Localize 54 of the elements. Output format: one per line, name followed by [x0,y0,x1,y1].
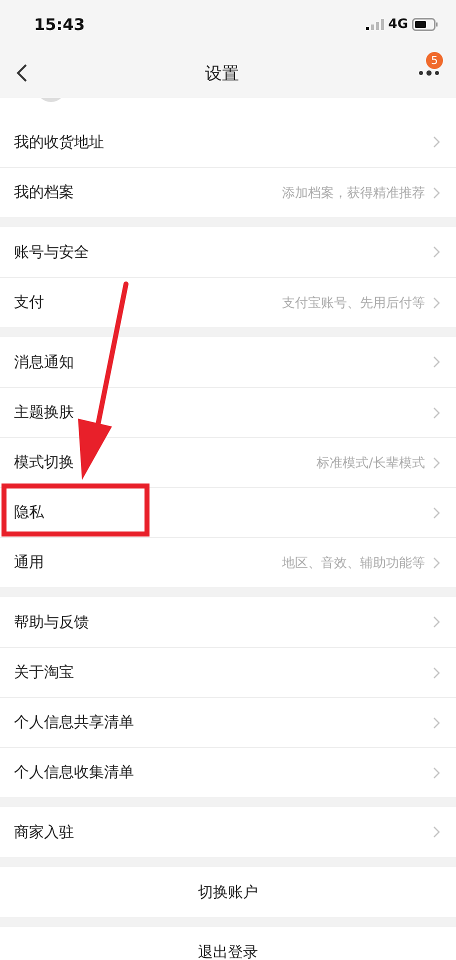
settings-row[interactable]: 隐私 [0,487,456,537]
action-button[interactable]: 退出登录 [0,927,456,960]
network-label: 4G [388,16,408,32]
chevron-icon [433,406,440,418]
row-label: 我的收货地址 [14,132,105,152]
page-title: 设置 [205,62,239,84]
chevron-icon [433,506,440,518]
settings-row[interactable]: 帮助与反馈 [0,597,456,647]
settings-row[interactable]: 个人信息共享清单 [0,697,456,747]
row-label: 通用 [14,553,45,572]
chevron-icon [433,826,440,838]
more-icon[interactable] [418,70,440,76]
settings-row[interactable]: 个人信息收集清单 [0,747,456,797]
chevron-icon [433,246,440,258]
row-label: 个人信息共享清单 [14,713,135,732]
chevron-icon [433,716,440,728]
settings-row[interactable]: 商家入驻 [0,807,456,857]
settings-row[interactable]: 关于淘宝 [0,647,456,697]
row-label: 关于淘宝 [14,663,75,682]
row-label: 我的档案 [14,183,75,202]
chevron-icon [433,356,440,368]
chevron-icon [433,616,440,628]
row-label: 商家入驻 [14,822,75,842]
row-label: 账号与安全 [14,242,90,262]
settings-row[interactable]: 通用 地区、音效、辅助功能等 [0,537,456,587]
chevron-icon [433,666,440,678]
settings-row[interactable]: 支付 支付宝账号、先用后付等 [0,277,456,327]
back-icon[interactable] [16,64,28,82]
chevron-icon [433,456,440,468]
chevron-icon [433,766,440,778]
row-hint: 添加档案，获得精准推荐 [282,184,425,202]
settings-row[interactable]: 账号与安全 [0,227,456,277]
row-hint: 支付宝账号、先用后付等 [282,294,425,312]
action-button[interactable]: 切换账户 [0,867,456,917]
settings-row[interactable]: 我的档案 添加档案，获得精准推荐 [0,167,456,217]
row-label: 主题换肤 [14,403,75,422]
row-hint: 地区、音效、辅助功能等 [282,554,425,572]
row-hint: 标准模式/长辈模式 [316,454,425,472]
chevron-icon [433,186,440,198]
notification-badge: 5 [426,52,443,69]
chevron-icon [433,296,440,308]
row-label: 隐私 [14,503,45,522]
row-label: 消息通知 [14,352,75,372]
row-label: 帮助与反馈 [14,612,90,632]
signal-icon [366,18,384,30]
chevron-icon [433,136,440,148]
status-time: 15:43 [34,14,85,34]
row-label: 个人信息收集清单 [14,763,135,782]
settings-row[interactable]: 消息通知 [0,337,456,387]
row-label: 模式切换 [14,453,75,472]
row-label: 支付 [14,293,45,312]
settings-row[interactable]: 我的收货地址 [0,117,456,167]
battery-icon [412,18,438,30]
chevron-icon [433,556,440,568]
